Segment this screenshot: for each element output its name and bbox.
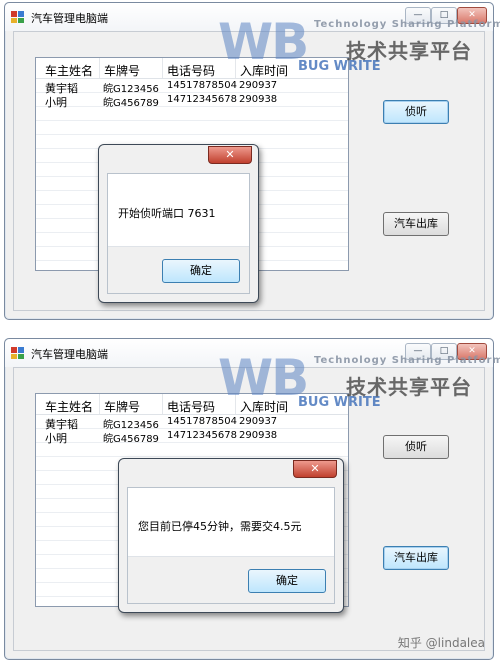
list-header: 车主姓名 车牌号 电话号码 入库时间 <box>36 58 348 79</box>
maximize-button[interactable]: □ <box>431 343 457 360</box>
listen-button[interactable]: 侦听 <box>383 435 449 459</box>
dialog-close-button[interactable]: ✕ <box>293 460 337 478</box>
dialog-footer: 确定 <box>128 556 334 603</box>
minimize-button[interactable]: — <box>405 343 431 360</box>
cell-time: 290938 <box>239 430 278 441</box>
dialog-close-button[interactable]: ✕ <box>208 146 252 164</box>
message-dialog: ✕ 开始侦听端口 7631 确定 <box>98 144 259 303</box>
cell-plate: 皖G456789 <box>103 98 159 109</box>
close-button[interactable]: ✕ <box>457 7 487 24</box>
column-plate[interactable]: 车牌号 <box>104 62 140 79</box>
main-window-2: 汽车管理电脑端 — □ ✕ 车主姓名 车牌号 电话号码 入库时间 黄宇韬 皖G1… <box>4 338 500 660</box>
dialog-footer: 确定 <box>108 246 249 293</box>
checkout-button[interactable]: 汽车出库 <box>383 212 449 236</box>
checkout-button[interactable]: 汽车出库 <box>383 546 449 570</box>
column-phone[interactable]: 电话号码 <box>167 62 215 79</box>
message-dialog: ✕ 您目前已停45分钟，需要交4.5元 确定 <box>118 458 344 613</box>
cell-phone: 14517878504 <box>167 416 237 427</box>
title-bar[interactable]: 汽车管理电脑端 — □ ✕ <box>5 339 493 367</box>
credit-watermark: 知乎 @lindalea <box>397 636 485 650</box>
list-header: 车主姓名 车牌号 电话号码 入库时间 <box>36 394 348 415</box>
column-time[interactable]: 入库时间 <box>240 62 288 79</box>
ok-button[interactable]: 确定 <box>162 259 240 283</box>
ok-button[interactable]: 确定 <box>248 569 326 593</box>
listen-button[interactable]: 侦听 <box>383 100 449 124</box>
cell-time: 290938 <box>239 94 278 105</box>
table-row[interactable]: 小明 皖G456789 14712345678 290938 <box>36 94 348 109</box>
minimize-button[interactable]: — <box>405 7 431 24</box>
dialog-body: 开始侦听端口 7631 确定 <box>107 173 250 294</box>
table-row[interactable]: 黄宇韬 皖G123456 14517878504 290937 <box>36 416 348 431</box>
app-icon <box>11 347 24 359</box>
dialog-body: 您目前已停45分钟，需要交4.5元 确定 <box>127 487 335 604</box>
cell-time: 290937 <box>239 80 278 91</box>
cell-time: 290937 <box>239 416 278 427</box>
title-bar[interactable]: 汽车管理电脑端 — □ ✕ <box>5 3 493 31</box>
column-plate[interactable]: 车牌号 <box>104 398 140 415</box>
cell-plate: 皖G123456 <box>103 420 159 431</box>
column-owner[interactable]: 车主姓名 <box>45 62 93 79</box>
maximize-button[interactable]: □ <box>431 7 457 24</box>
window-title: 汽车管理电脑端 <box>31 12 108 25</box>
cell-phone: 14712345678 <box>167 430 237 441</box>
column-owner[interactable]: 车主姓名 <box>45 398 93 415</box>
dialog-message: 开始侦听端口 7631 <box>118 207 216 220</box>
close-button[interactable]: ✕ <box>457 343 487 360</box>
dialog-message: 您目前已停45分钟，需要交4.5元 <box>138 520 302 533</box>
column-phone[interactable]: 电话号码 <box>167 398 215 415</box>
app-icon <box>11 11 24 23</box>
cell-phone: 14712345678 <box>167 94 237 105</box>
main-window-1: 汽车管理电脑端 — □ ✕ 车主姓名 车牌号 电话号码 入库时间 黄宇韬 皖G1… <box>4 2 500 320</box>
cell-phone: 14517878504 <box>167 80 237 91</box>
table-row[interactable]: 黄宇韬 皖G123456 14517878504 290937 <box>36 80 348 95</box>
table-row[interactable]: 小明 皖G456789 14712345678 290938 <box>36 430 348 445</box>
cell-plate: 皖G456789 <box>103 434 159 445</box>
cell-owner: 小明 <box>45 96 67 109</box>
column-time[interactable]: 入库时间 <box>240 398 288 415</box>
cell-owner: 小明 <box>45 432 67 445</box>
window-title: 汽车管理电脑端 <box>31 348 108 361</box>
cell-plate: 皖G123456 <box>103 84 159 95</box>
